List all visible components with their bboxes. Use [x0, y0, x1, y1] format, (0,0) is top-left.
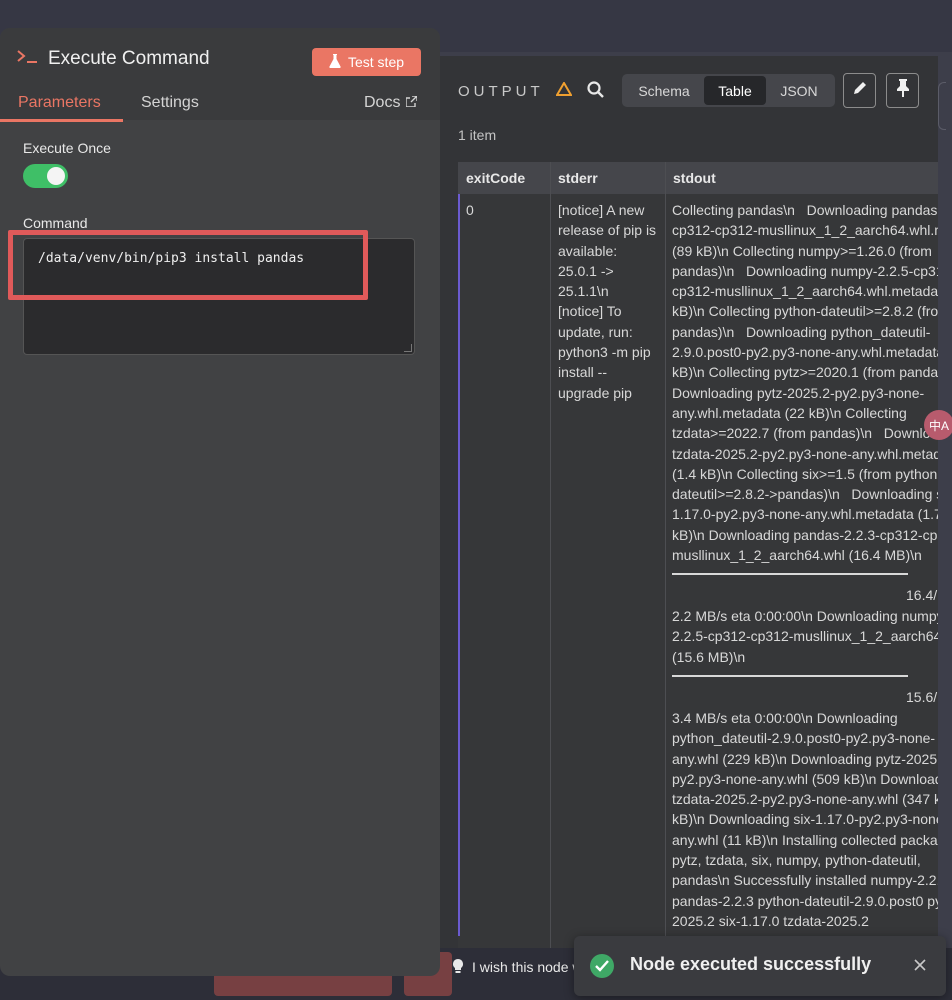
- exitcode-value: 0: [466, 202, 474, 218]
- parameter-tabs: Parameters Settings Docs: [0, 88, 440, 122]
- test-step-label: Test step: [347, 54, 405, 70]
- close-icon[interactable]: [914, 958, 926, 976]
- checkmark-icon: [590, 954, 614, 978]
- progress-bar-1: [672, 573, 908, 575]
- output-title: OUTPUT: [458, 82, 544, 100]
- node-title[interactable]: Execute Command: [48, 48, 210, 70]
- node-parameters-panel: Execute Command Test step Parameters Set…: [0, 28, 440, 976]
- view-json[interactable]: JSON: [768, 76, 830, 105]
- stdout-text-part-1: Collecting pandas\n Downloading pandas-2…: [672, 202, 938, 564]
- tab-settings[interactable]: Settings: [141, 94, 199, 112]
- node-title-row: Execute Command: [16, 48, 210, 70]
- stdout-text-part-2: 2.2 MB/s eta 0:00:00\n Downloading numpy…: [672, 608, 938, 665]
- output-header: OUTPUT: [458, 81, 573, 100]
- column-header-exitcode[interactable]: exitCode: [458, 162, 550, 194]
- execute-once-label: Execute Once: [23, 140, 111, 156]
- pin-icon: [896, 79, 910, 102]
- pencil-icon: [852, 80, 868, 101]
- column-divider: [550, 162, 551, 948]
- resize-handle[interactable]: [404, 344, 412, 352]
- pin-output-button[interactable]: [886, 73, 919, 108]
- command-label: Command: [23, 215, 88, 231]
- search-icon[interactable]: [587, 81, 605, 104]
- lightbulb-icon: [452, 958, 464, 976]
- canvas-side-handle[interactable]: [938, 82, 946, 130]
- toggle-knob: [47, 167, 65, 185]
- column-divider: [665, 162, 666, 948]
- stdout-text-part-3: 3.4 MB/s eta 0:00:00\n Downloading pytho…: [672, 710, 938, 929]
- column-header-stderr[interactable]: stderr: [550, 162, 665, 194]
- docs-link[interactable]: Docs: [364, 94, 419, 112]
- cell-stderr[interactable]: [notice] A new release of pip is availab…: [550, 194, 665, 948]
- progress-1-value: 16.4/16.4 MB: [906, 587, 938, 603]
- docs-label: Docs: [364, 94, 401, 111]
- tab-parameters[interactable]: Parameters: [18, 94, 101, 112]
- row-selection-accent: [458, 194, 460, 936]
- edit-output-button[interactable]: [843, 73, 876, 108]
- external-link-icon: [405, 94, 419, 112]
- flask-icon: [329, 53, 341, 71]
- active-tab-indicator: [0, 119, 123, 122]
- view-switcher: Schema Table JSON: [622, 74, 835, 107]
- progress-2-value: 15.6/15.6 MB: [906, 689, 938, 705]
- command-highlight-annotation: [8, 230, 368, 300]
- terminal-icon: [16, 49, 38, 70]
- view-table[interactable]: Table: [704, 76, 766, 105]
- progress-bar-2: [672, 675, 908, 677]
- test-step-button[interactable]: Test step: [312, 48, 421, 76]
- warning-icon: [554, 81, 573, 100]
- output-panel: OUTPUT Schema Table JSON 1 item exitCode…: [440, 56, 938, 948]
- column-header-stdout[interactable]: stdout: [665, 162, 938, 194]
- toast-message: Node executed successfully: [630, 954, 872, 974]
- translate-badge[interactable]: 中A: [924, 410, 952, 440]
- execute-once-toggle[interactable]: [23, 164, 68, 188]
- cell-exitcode[interactable]: 0: [458, 194, 550, 948]
- stderr-value: [notice] A new release of pip is availab…: [558, 202, 657, 401]
- view-schema[interactable]: Schema: [626, 76, 702, 105]
- success-toast: Node executed successfully: [574, 936, 946, 996]
- item-count: 1 item: [458, 127, 497, 143]
